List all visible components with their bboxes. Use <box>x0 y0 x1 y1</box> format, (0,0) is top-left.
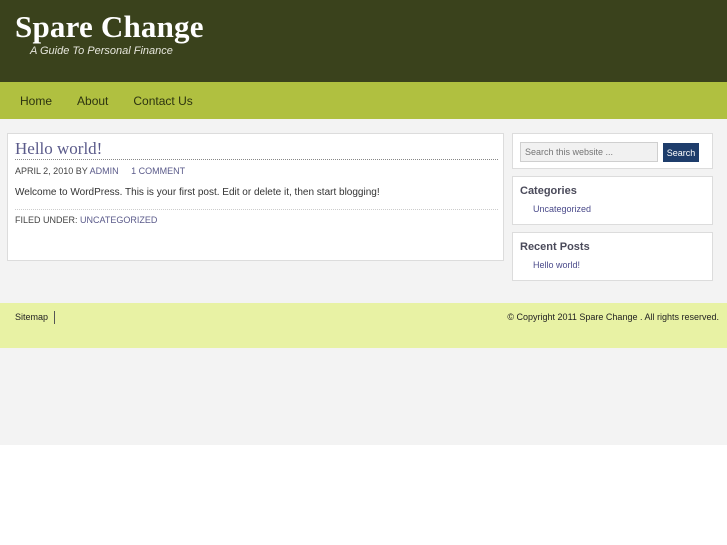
site-footer: Sitemap © Copyright 2011 Spare Change . … <box>0 303 727 348</box>
post-author-link[interactable]: admin <box>90 166 119 176</box>
filed-under-label: Filed Under: <box>15 215 78 225</box>
post-title[interactable]: Hello world! <box>15 139 102 159</box>
recent-posts-widget: Recent Posts Hello world! <box>512 232 713 281</box>
search-widget: Search <box>512 133 713 169</box>
categories-title: Categories <box>520 185 577 197</box>
site-title[interactable]: Spare Change <box>15 9 204 45</box>
post-comments-link[interactable]: 1 Comment <box>131 166 185 176</box>
body-divider <box>15 209 498 210</box>
post-by: by <box>75 166 88 176</box>
nav-item-about[interactable]: About <box>65 94 120 108</box>
recent-post-item[interactable]: Hello world! <box>533 260 580 270</box>
site-header: Spare Change A Guide To Personal Finance <box>0 0 727 82</box>
category-link[interactable]: Uncategorized <box>80 215 157 225</box>
search-input[interactable] <box>520 142 658 162</box>
post-card: Hello world! April 2, 2010 by admin 1 Co… <box>7 133 504 261</box>
post-date: April 2, 2010 <box>15 166 74 176</box>
search-button[interactable]: Search <box>663 143 699 162</box>
nav-item-home[interactable]: Home <box>8 94 64 108</box>
sitemap-link[interactable]: Sitemap <box>15 312 48 322</box>
title-divider <box>15 159 498 160</box>
footer-separator <box>54 311 55 324</box>
categories-widget: Categories Uncategorized <box>512 176 713 225</box>
post-body: Welcome to WordPress. This is your first… <box>15 187 380 198</box>
recent-posts-title: Recent Posts <box>520 241 590 253</box>
main-nav: Home About Contact Us <box>0 82 727 119</box>
post-meta: April 2, 2010 by admin 1 Comment <box>15 166 185 176</box>
page-wrapper: Spare Change A Guide To Personal Finance… <box>0 0 727 445</box>
post-filed: Filed Under: Uncategorized <box>15 215 157 225</box>
nav-item-contact[interactable]: Contact Us <box>121 94 204 108</box>
site-description: A Guide To Personal Finance <box>30 45 173 57</box>
copyright-text: © Copyright 2011 Spare Change . All righ… <box>507 312 719 322</box>
category-item-uncategorized[interactable]: Uncategorized <box>533 204 591 214</box>
